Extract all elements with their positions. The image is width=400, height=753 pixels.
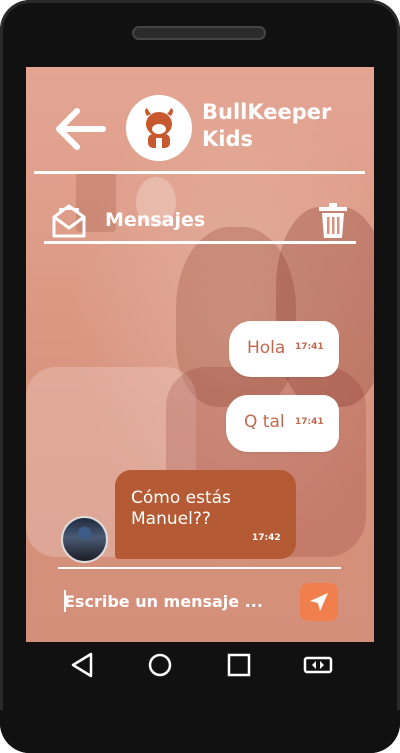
app-screen: BullKeeper Kids Mensajes Hola 17:41 Q ta… xyxy=(26,67,374,642)
message-input[interactable] xyxy=(64,589,294,613)
back-arrow-icon[interactable] xyxy=(55,107,107,151)
send-button[interactable] xyxy=(300,583,338,621)
text-caret xyxy=(64,590,66,612)
message-time: 17:41 xyxy=(295,342,324,352)
message-bubble-outgoing[interactable]: Hola 17:41 xyxy=(229,321,339,377)
trash-icon[interactable] xyxy=(318,203,348,239)
message-time: 17:41 xyxy=(295,417,324,427)
section-divider xyxy=(44,241,356,244)
bull-logo-icon xyxy=(145,108,173,148)
speaker-grille xyxy=(132,26,266,40)
envelope-open-icon[interactable] xyxy=(52,203,86,239)
composer-divider xyxy=(58,567,341,569)
message-bubble-outgoing[interactable]: Q tal 17:41 xyxy=(226,395,339,452)
bullkeeper-logo xyxy=(126,95,192,161)
phone-chin xyxy=(0,710,400,753)
brand-name: BullKeeper Kids xyxy=(202,99,331,153)
section-title: Mensajes xyxy=(105,209,206,231)
message-text: Cómo estás Manuel?? xyxy=(131,488,231,529)
square-recent-icon[interactable] xyxy=(224,650,254,680)
message-text: Hola xyxy=(247,338,286,358)
header-divider xyxy=(34,171,365,174)
screen-rotate-icon[interactable] xyxy=(302,650,333,680)
message-bubble-incoming[interactable]: Cómo estás Manuel?? 17:42 xyxy=(115,470,296,559)
android-navigation-bar xyxy=(26,642,374,688)
contact-avatar[interactable] xyxy=(61,516,108,563)
phone-frame: BullKeeper Kids Mensajes Hola 17:41 Q ta… xyxy=(0,0,400,753)
brand-line-2: Kids xyxy=(202,127,254,151)
triangle-back-icon[interactable] xyxy=(67,650,97,680)
send-icon xyxy=(310,593,328,611)
circle-home-icon[interactable] xyxy=(145,650,175,680)
brand-line-1: BullKeeper xyxy=(202,100,332,124)
message-text: Q tal xyxy=(244,412,285,432)
message-time: 17:42 xyxy=(252,533,281,543)
